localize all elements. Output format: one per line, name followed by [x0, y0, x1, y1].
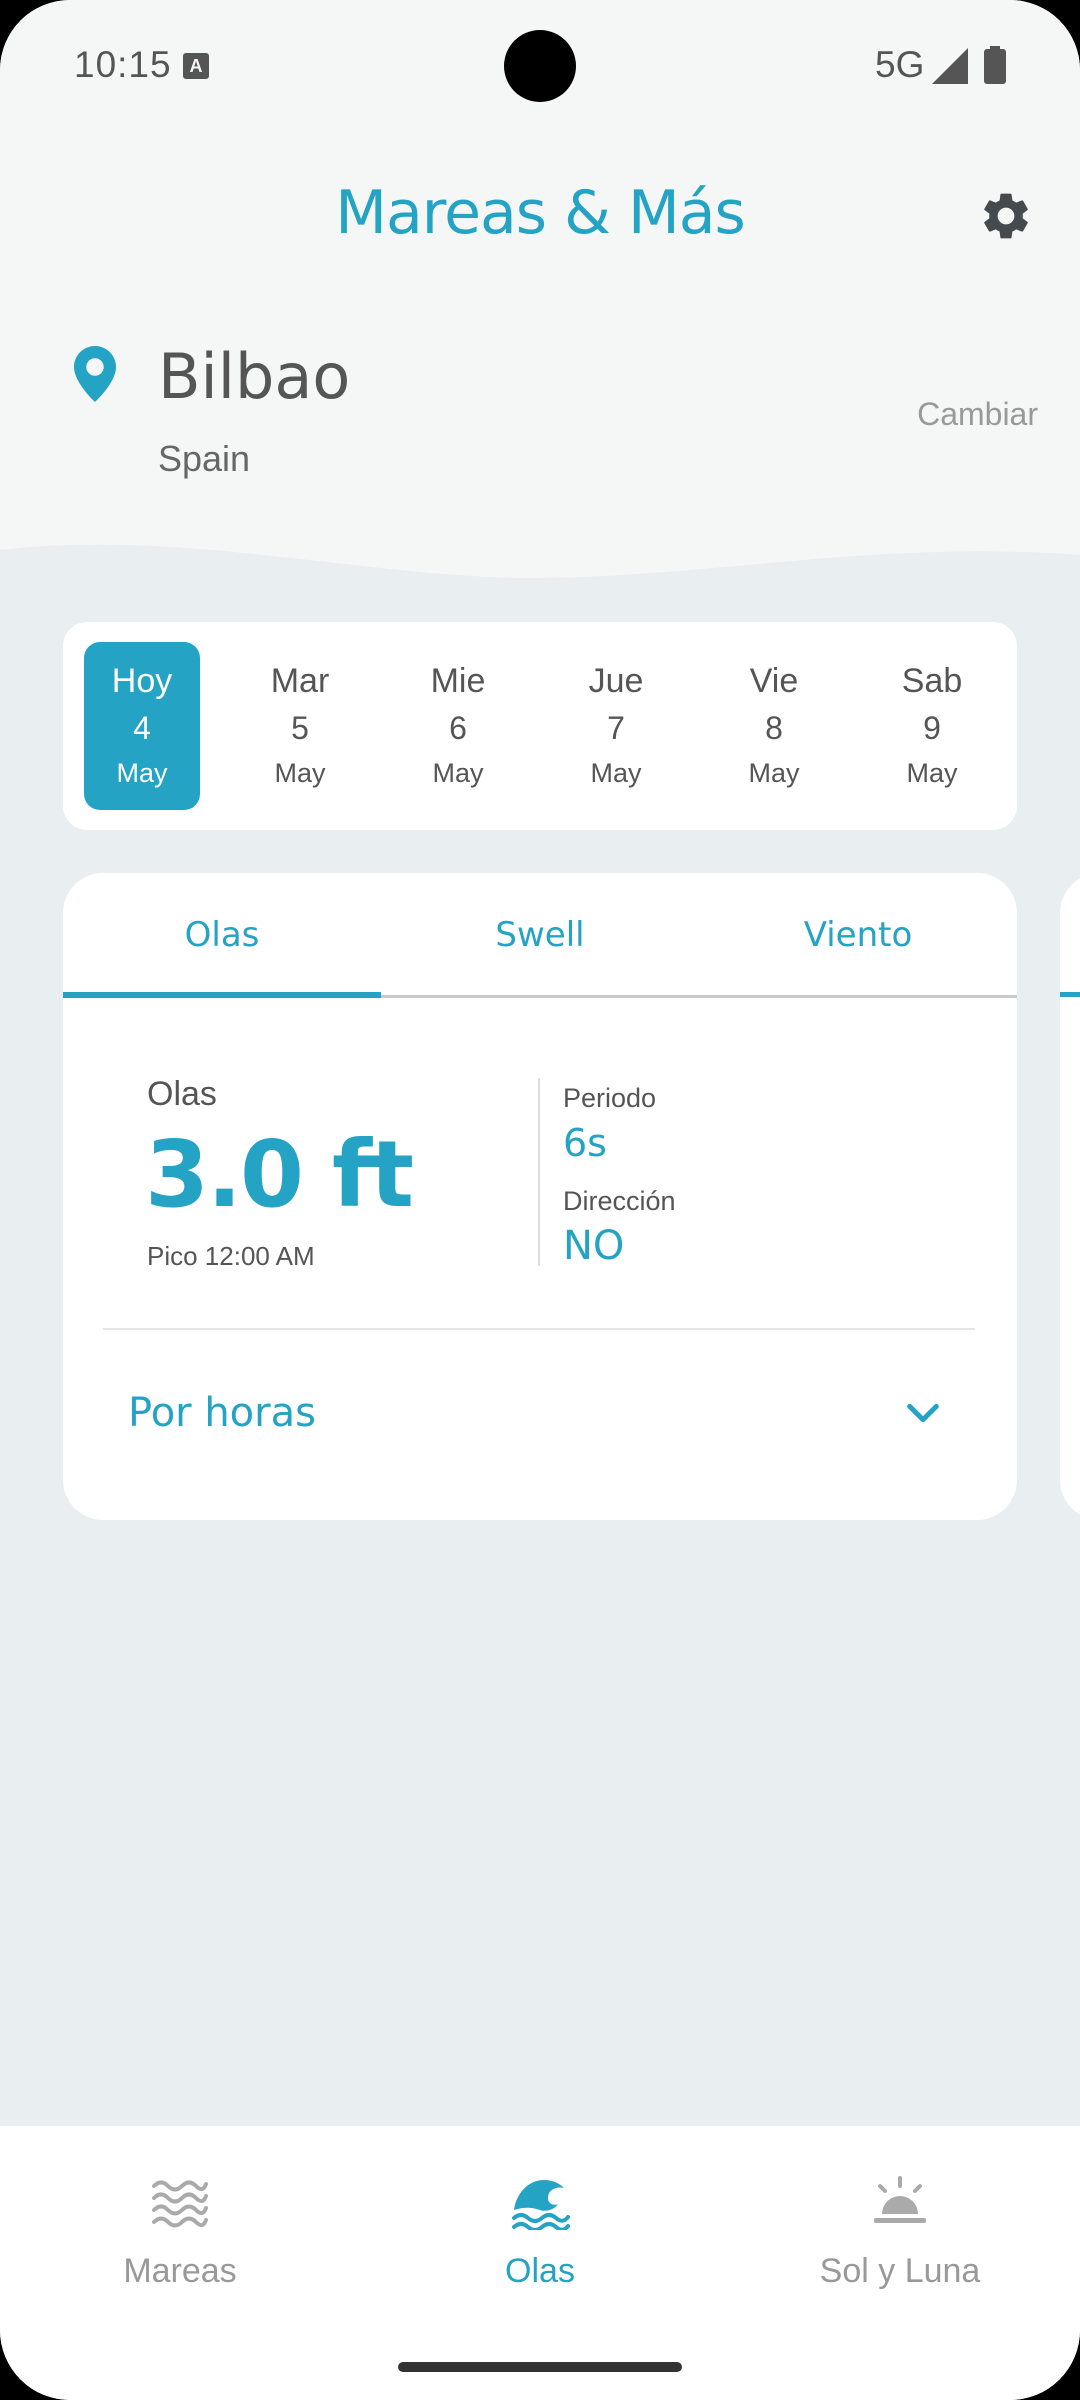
- wave-peak-time: Pico 12:00 AM: [147, 1241, 315, 1271]
- gear-icon[interactable]: [978, 188, 1034, 244]
- date-day: Mie: [430, 662, 486, 700]
- waves-icon: [152, 2180, 208, 2228]
- next-card-tab-indicator: [1060, 992, 1080, 997]
- tab-active-indicator: [63, 992, 381, 998]
- nav-label: Sol y Luna: [819, 2252, 981, 2290]
- country-name: Spain: [158, 438, 251, 479]
- tab-olas[interactable]: Olas: [63, 873, 381, 997]
- date-item-today[interactable]: Hoy 4 May: [84, 642, 200, 810]
- wave-height-value: 3.0 ft: [145, 1121, 414, 1228]
- vertical-divider: [538, 1078, 540, 1266]
- status-bar: 10:15 A 5G: [0, 0, 1080, 130]
- date-month: May: [906, 758, 958, 788]
- date-item[interactable]: Mie 6 May: [400, 642, 516, 810]
- date-number: 4: [133, 710, 151, 746]
- nav-mareas[interactable]: Mareas: [0, 2126, 360, 2326]
- date-number: 8: [765, 710, 783, 746]
- period-label: Periodo: [563, 1083, 657, 1113]
- date-number: 5: [291, 710, 309, 746]
- date-item[interactable]: Mar 5 May: [242, 642, 358, 810]
- chevron-down-icon[interactable]: [903, 1393, 943, 1433]
- signal-icon: [932, 48, 968, 84]
- nav-label: Olas: [505, 2252, 575, 2290]
- date-day: Jue: [588, 662, 644, 700]
- waves-card: Olas Swell Viento Olas 3.0 ft Pico 12:00…: [63, 873, 1017, 1520]
- tab-viento[interactable]: Viento: [699, 873, 1017, 997]
- date-month: May: [274, 758, 326, 788]
- date-day: Vie: [749, 662, 799, 700]
- tab-swell[interactable]: Swell: [381, 873, 699, 997]
- date-day: Hoy: [111, 662, 173, 700]
- sunrise-icon: [874, 2176, 926, 2223]
- date-month: May: [116, 758, 168, 788]
- date-number: 7: [607, 710, 625, 746]
- date-item[interactable]: Jue 7 May: [558, 642, 674, 810]
- date-number: 6: [449, 710, 467, 746]
- horizontal-divider: [103, 1328, 975, 1330]
- status-time: 10:15: [74, 44, 172, 85]
- nav-olas[interactable]: Olas: [360, 2126, 720, 2326]
- next-card-peek: [1060, 873, 1080, 1520]
- date-number: 9: [923, 710, 941, 746]
- bottom-navigation: Mareas Olas Sol y Luna: [0, 2126, 1080, 2400]
- nav-sol-y-luna[interactable]: Sol y Luna: [720, 2126, 1080, 2326]
- period-value: 6s: [563, 1121, 607, 1165]
- date-month: May: [748, 758, 800, 788]
- nav-label: Mareas: [123, 2252, 237, 2290]
- location-pin-icon: [74, 346, 116, 402]
- date-month: May: [590, 758, 642, 788]
- hourly-toggle[interactable]: Por horas: [128, 1390, 316, 1436]
- date-selector: Hoy 4 May Mar 5 May Mie 6 May Jue 7 May …: [63, 622, 1017, 830]
- direction-value: NO: [563, 1223, 625, 1269]
- date-item[interactable]: Vie 8 May: [716, 642, 832, 810]
- date-item[interactable]: Sab 9 May: [874, 642, 990, 810]
- date-day: Mar: [270, 662, 330, 700]
- wave-divider: [0, 544, 1080, 590]
- change-location-button[interactable]: Cambiar: [917, 396, 1038, 433]
- date-day: Sab: [901, 662, 963, 700]
- keyboard-a-icon: A: [183, 53, 209, 79]
- city-name: Bilbao: [158, 340, 351, 413]
- direction-label: Dirección: [563, 1186, 676, 1216]
- network-type: 5G: [875, 44, 925, 85]
- date-month: May: [432, 758, 484, 788]
- app-screen: 10:15 A 5G Mareas & Más Bilbao Spain Cam…: [0, 0, 1080, 2400]
- breaking-wave-icon: [512, 2180, 570, 2230]
- camera-cutout: [504, 30, 576, 102]
- home-indicator[interactable]: [398, 2362, 682, 2372]
- wave-label: Olas: [147, 1075, 217, 1113]
- app-title: Mareas & Más: [335, 178, 746, 248]
- battery-icon: [984, 46, 1006, 84]
